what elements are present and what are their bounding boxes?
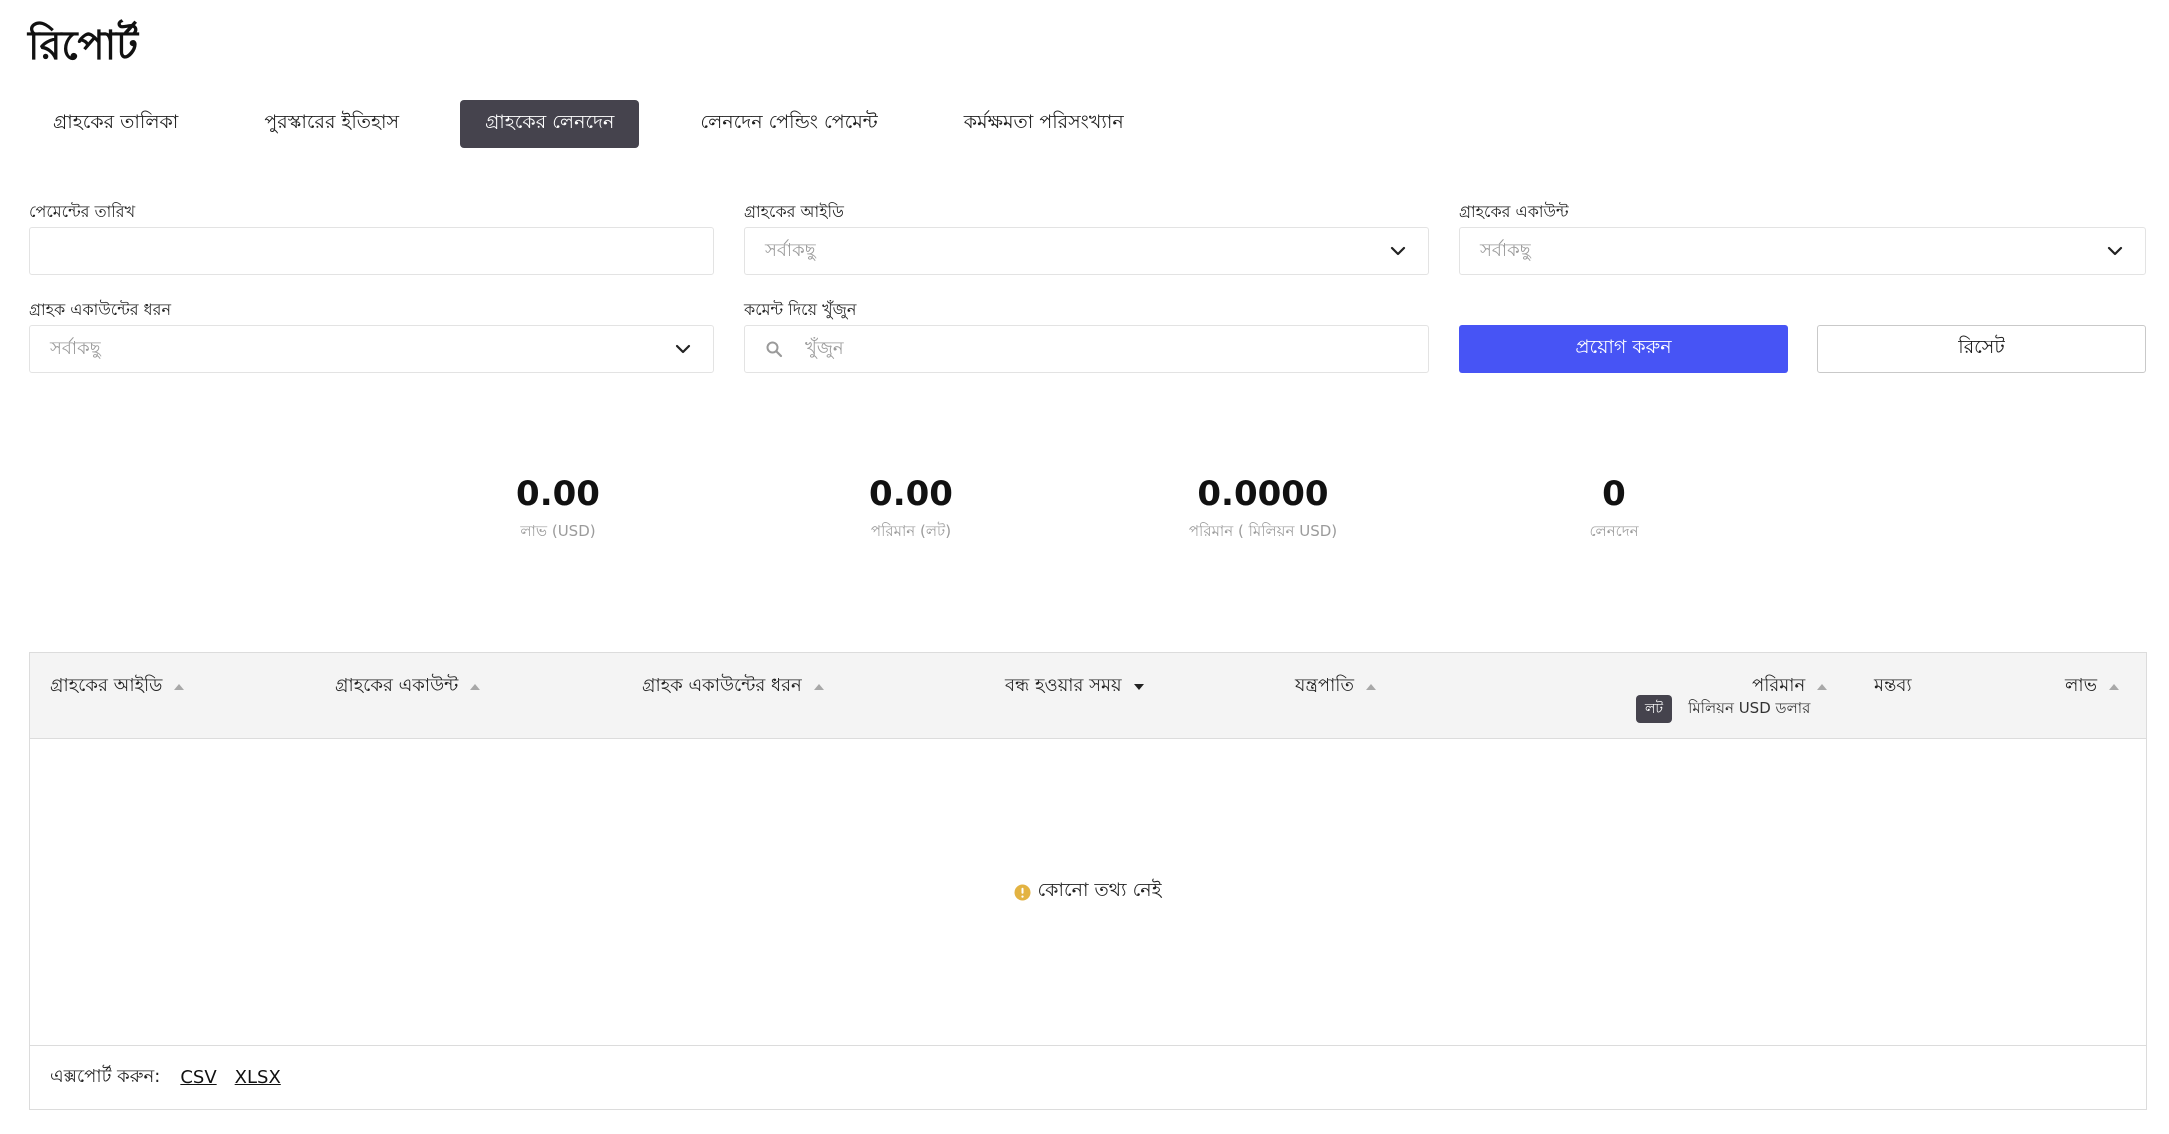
- sort-asc-icon: [1365, 683, 1376, 690]
- column-header-close-time[interactable]: বন্ধ হওয়ার সময়: [1005, 671, 1144, 702]
- stat-volume-usd: 0.0000 পরিমান ( মিলিয়ন USD): [1133, 470, 1393, 545]
- search-icon: [765, 340, 783, 358]
- sort-asc-icon: [2109, 683, 2120, 690]
- stat-profit-value: 0.00: [516, 474, 600, 514]
- empty-state-message: কোনো তথ্য নেই: [1037, 879, 1162, 901]
- sort-asc-icon: [174, 683, 185, 690]
- column-header-client-account[interactable]: গ্রাহকের একাউন্ট: [335, 671, 481, 702]
- column-header-label: বন্ধ হওয়ার সময়: [1005, 675, 1122, 696]
- client-id-label: গ্রাহকের আইডি: [744, 202, 844, 221]
- stat-volume-lots-label: পরিমান (লট): [870, 522, 952, 540]
- page-title: রিপোর্ট: [28, 23, 139, 69]
- account-type-select[interactable]: সর্বাকছু: [29, 325, 714, 373]
- sort-asc-icon: [470, 683, 481, 690]
- client-id-value: সর্বাকছু: [765, 239, 816, 261]
- column-header-label: গ্রাহক একাউন্টের ধরন: [642, 675, 802, 696]
- comment-search-placeholder: খুঁজুন: [805, 337, 844, 359]
- stat-volume-lots-value: 0.00: [869, 474, 953, 514]
- info-icon: [1014, 884, 1031, 901]
- column-header-instrument[interactable]: যন্ত্রপাতি: [1295, 671, 1376, 702]
- payment-date-label: পেমেন্টের তারিখ: [29, 202, 136, 221]
- column-header-label: গ্রাহকের আইডি: [50, 675, 163, 696]
- column-header-label: যন্ত্রপাতি: [1295, 675, 1354, 696]
- empty-state: কোনো তথ্য নেই: [30, 739, 2146, 1045]
- tab-client-transactions[interactable]: গ্রাহকের লেনদেন: [460, 100, 640, 148]
- export-xlsx-link[interactable]: XLSX: [235, 1067, 281, 1088]
- column-header-profit[interactable]: লাভ: [2065, 671, 2120, 702]
- stat-volume-lots: 0.00 পরিমান (লট): [781, 470, 1041, 545]
- stat-volume-usd-label: পরিমান ( মিলিয়ন USD): [1188, 522, 1338, 540]
- stat-transactions-label: লেনদেন: [1589, 522, 1639, 540]
- comment-search-label: কমেন্ট দিয়ে খুঁজুন: [744, 300, 857, 319]
- report-tabs: গ্রাহকের তালিকা পুরস্কারের ইতিহাস গ্রাহক…: [28, 100, 1149, 148]
- comment-search-input[interactable]: খুঁজুন: [744, 325, 1429, 373]
- sort-asc-icon: [1817, 683, 1828, 690]
- stat-transactions: 0 লেনদেন: [1484, 470, 1744, 545]
- column-header-client-id[interactable]: গ্রাহকের আইডি: [50, 671, 185, 702]
- chevron-down-icon: [1388, 241, 1408, 261]
- column-header-label: মন্তব্য: [1874, 675, 1912, 696]
- table-header: গ্রাহকের আইডি গ্রাহকের একাউন্ট গ্রাহক এক…: [30, 653, 2146, 739]
- stat-profit-label: লাভ (USD): [520, 522, 596, 540]
- tab-client-list[interactable]: গ্রাহকের তালিকা: [28, 100, 203, 148]
- column-header-label: লাভ: [2065, 675, 2098, 696]
- client-account-select[interactable]: সর্বাকছু: [1459, 227, 2146, 275]
- sort-asc-icon: [813, 683, 824, 690]
- volume-unit-toggle: লট মিলিয়ন USD ডলার: [1636, 695, 1810, 723]
- stat-volume-usd-value: 0.0000: [1197, 474, 1329, 514]
- column-header-comment: মন্তব্য: [1874, 671, 1912, 702]
- unit-option-million-usd[interactable]: মিলিয়ন USD ডলার: [1688, 697, 1810, 722]
- account-type-label: গ্রাহক একাউন্টের ধরন: [29, 300, 172, 319]
- export-csv-link[interactable]: CSV: [180, 1067, 216, 1088]
- tab-reward-history[interactable]: পুরস্কারের ইতিহাস: [239, 100, 424, 148]
- export-label: এক্সপোর্ট করুন:: [50, 1066, 161, 1087]
- client-id-select[interactable]: সর্বাকছু: [744, 227, 1429, 275]
- chevron-down-icon: [2105, 241, 2125, 261]
- apply-button[interactable]: প্রয়োগ করুন: [1459, 325, 1788, 373]
- stat-profit: 0.00 লাভ (USD): [428, 470, 688, 545]
- unit-option-lots[interactable]: লট: [1636, 695, 1673, 723]
- tab-performance-stats[interactable]: কর্মক্ষমতা পরিসংখ্যান: [939, 100, 1149, 148]
- table-footer: এক্সপোর্ট করুন: CSV XLSX: [30, 1045, 2146, 1109]
- tab-pending-payments[interactable]: লেনদেন পেন্ডিং পেমেন্ট: [675, 100, 902, 148]
- reset-button[interactable]: রিসেট: [1817, 325, 2146, 373]
- column-header-account-type[interactable]: গ্রাহক একাউন্টের ধরন: [642, 671, 824, 702]
- payment-date-input[interactable]: [29, 227, 714, 275]
- account-type-value: সর্বাকছু: [50, 337, 101, 359]
- chevron-down-icon: [673, 339, 693, 359]
- column-header-label: গ্রাহকের একাউন্ট: [335, 675, 459, 696]
- client-account-label: গ্রাহকের একাউন্ট: [1459, 202, 1569, 221]
- client-account-value: সর্বাকছু: [1480, 239, 1531, 261]
- transactions-table: গ্রাহকের আইডি গ্রাহকের একাউন্ট গ্রাহক এক…: [29, 652, 2147, 1110]
- sort-desc-icon: [1133, 683, 1144, 690]
- stat-transactions-value: 0: [1602, 474, 1626, 514]
